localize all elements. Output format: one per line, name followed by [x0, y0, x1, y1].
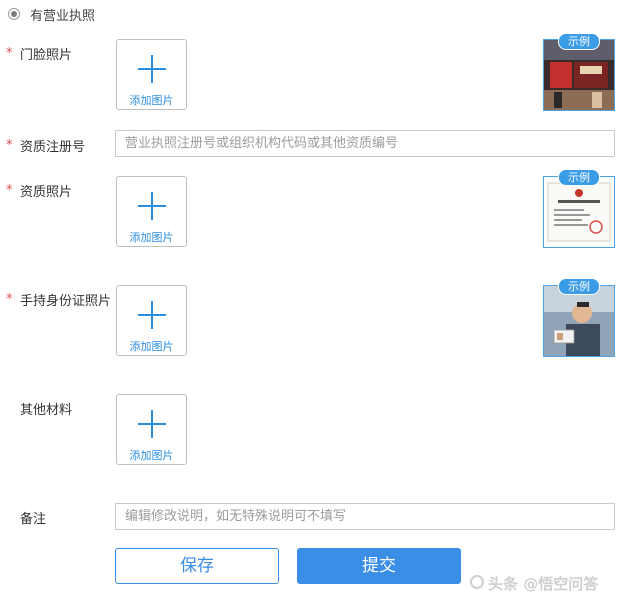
other-materials-label: 其他材料	[20, 403, 73, 418]
qual-photo-upload[interactable]: 添加图片	[116, 176, 187, 247]
has-license-radio[interactable]	[8, 8, 20, 20]
example-tag: 示例	[558, 169, 600, 186]
other-materials-upload[interactable]: 添加图片	[116, 394, 187, 465]
qual-photo-label: 资质照片	[20, 185, 73, 200]
upload-caption: 添加图片	[129, 340, 174, 353]
person-holding-id-image	[544, 286, 614, 356]
store-photo-label: 门脸照片	[20, 48, 73, 63]
remark-input[interactable]	[115, 503, 615, 530]
required-marker: *	[6, 138, 13, 153]
id-photo-upload[interactable]: 添加图片	[116, 285, 187, 356]
license-document-image	[547, 182, 611, 242]
watermark-logo-icon	[470, 575, 484, 589]
required-marker: *	[6, 46, 13, 61]
id-photo-label: 手持身份证照片	[20, 294, 112, 309]
store-front-image	[544, 40, 614, 110]
required-marker: *	[6, 183, 13, 198]
required-marker: *	[6, 292, 13, 307]
id-photo-example[interactable]	[543, 285, 615, 357]
reg-number-label: 资质注册号	[20, 140, 86, 155]
reg-number-input[interactable]	[115, 130, 615, 157]
example-tag: 示例	[558, 278, 600, 295]
upload-caption: 添加图片	[129, 231, 174, 244]
save-button[interactable]: 保存	[115, 548, 279, 584]
store-photo-upload[interactable]: 添加图片	[116, 39, 187, 110]
remark-label: 备注	[20, 512, 47, 527]
upload-caption: 添加图片	[129, 449, 174, 462]
submit-button[interactable]: 提交	[297, 548, 461, 584]
qual-photo-example[interactable]	[543, 176, 615, 248]
watermark: 头条 @悟空问答	[488, 575, 599, 593]
upload-caption: 添加图片	[129, 94, 174, 107]
has-license-label: 有营业执照	[30, 9, 96, 24]
example-tag: 示例	[558, 33, 600, 50]
